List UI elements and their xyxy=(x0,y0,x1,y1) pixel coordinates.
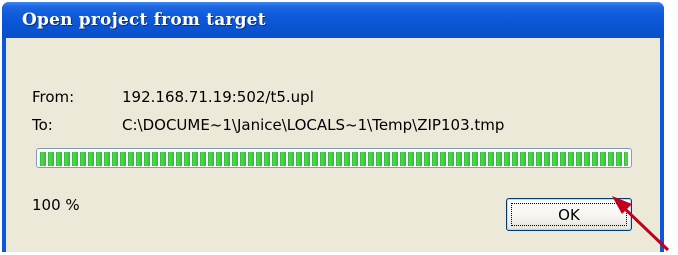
annotation-arrow-icon xyxy=(612,196,670,252)
